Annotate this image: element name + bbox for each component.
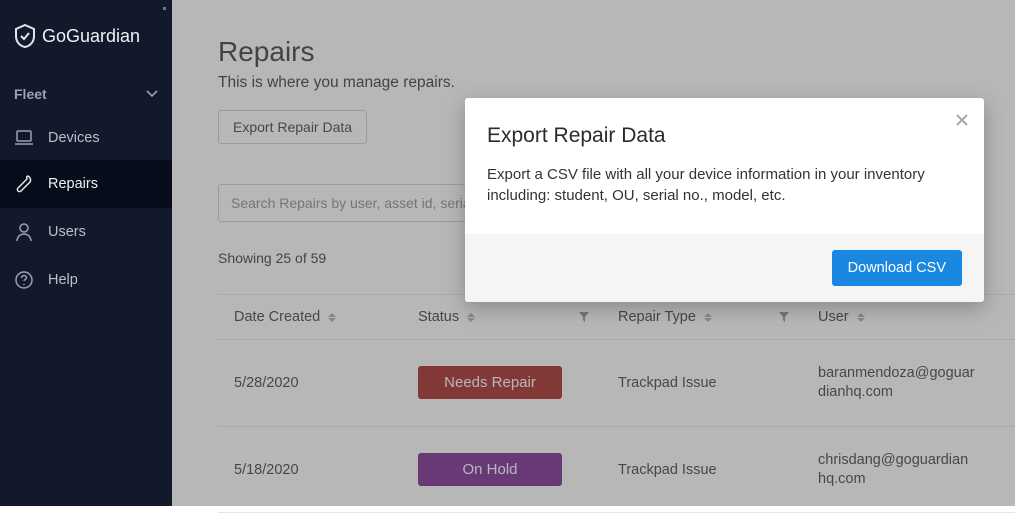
sidebar: GoGuardian Fleet Devices Repairs: [0, 0, 172, 506]
nav-label: Repairs: [48, 176, 98, 192]
nav-section-label: Fleet: [14, 86, 47, 102]
close-button[interactable]: [954, 112, 970, 133]
download-csv-button[interactable]: Download CSV: [832, 250, 962, 286]
brand-logo[interactable]: GoGuardian: [0, 0, 172, 72]
sidebar-item-users[interactable]: Users: [0, 208, 172, 256]
modal-title: Export Repair Data: [487, 124, 962, 148]
chevron-down-icon: [146, 90, 158, 98]
help-icon: [14, 270, 34, 290]
nav-section-fleet[interactable]: Fleet: [0, 72, 172, 116]
nav-label: Help: [48, 272, 78, 288]
caret-icon: [163, 7, 166, 10]
nav-label: Devices: [48, 130, 100, 146]
user-icon: [14, 222, 34, 242]
modal-description: Export a CSV file with all your device i…: [487, 164, 962, 206]
shield-icon: [14, 24, 36, 48]
export-modal: Export Repair Data Export a CSV file wit…: [465, 98, 984, 302]
wrench-icon: [14, 174, 34, 194]
sidebar-item-repairs[interactable]: Repairs: [0, 160, 172, 208]
sidebar-item-help[interactable]: Help: [0, 256, 172, 304]
laptop-icon: [14, 130, 34, 146]
nav-label: Users: [48, 224, 86, 240]
close-icon: [954, 112, 970, 128]
brand-text: GoGuardian: [42, 26, 140, 47]
sidebar-item-devices[interactable]: Devices: [0, 116, 172, 160]
